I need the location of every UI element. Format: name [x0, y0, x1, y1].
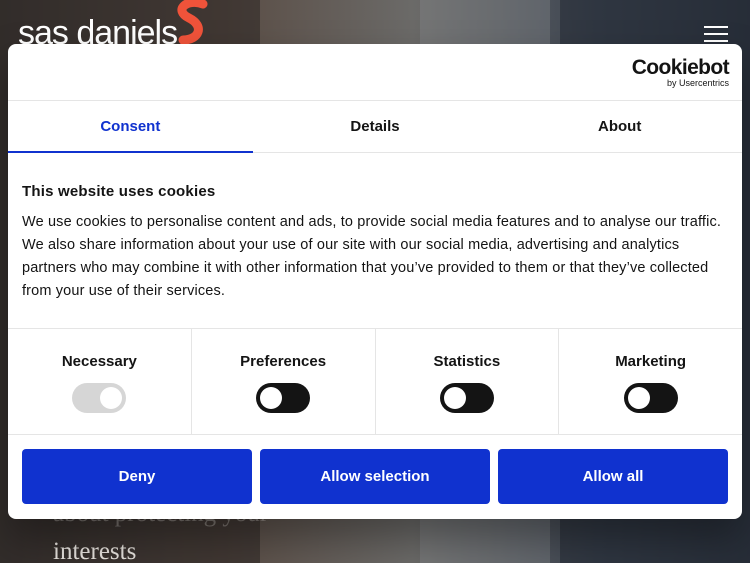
- cookie-consent-dialog: Cookiebot by Usercentrics Consent Detail…: [8, 44, 742, 519]
- category-preferences: Preferences: [192, 329, 376, 434]
- category-marketing: Marketing: [559, 329, 742, 434]
- tab-consent[interactable]: Consent: [8, 101, 253, 153]
- tab-details[interactable]: Details: [253, 101, 498, 152]
- necessary-toggle: [72, 383, 127, 413]
- dialog-header: Cookiebot by Usercentrics: [8, 44, 742, 101]
- consent-heading: This website uses cookies: [22, 183, 216, 200]
- dialog-tabs: Consent Details About: [8, 101, 742, 153]
- cookiebot-logo-text: Cookiebot: [631, 56, 730, 79]
- hero-line: interests: [53, 538, 137, 563]
- category-label: Statistics: [433, 353, 501, 370]
- consent-body: This website uses cookies We use cookies…: [8, 153, 742, 329]
- category-statistics: Statistics: [376, 329, 560, 434]
- cookiebot-byline: by Usercentrics: [666, 78, 729, 88]
- category-necessary: Necessary: [8, 329, 192, 434]
- category-label: Marketing: [615, 353, 687, 370]
- statistics-toggle[interactable]: [439, 383, 494, 413]
- category-label: Preferences: [240, 353, 327, 370]
- category-label: Necessary: [61, 353, 137, 370]
- logo-mark-icon: [177, 0, 208, 44]
- deny-button[interactable]: Deny: [22, 449, 252, 504]
- consent-buttons: Deny Allow selection Allow all: [8, 435, 742, 504]
- menu-icon[interactable]: [704, 26, 728, 42]
- cookiebot-logo[interactable]: Cookiebot by Usercentrics: [631, 56, 730, 88]
- allow-selection-button[interactable]: Allow selection: [260, 449, 490, 504]
- cookie-category-toggles: Necessary Preferences Statistics Marketi…: [8, 329, 742, 435]
- tab-about[interactable]: About: [497, 101, 742, 152]
- preferences-toggle[interactable]: [256, 383, 311, 413]
- consent-description: We use cookies to personalise content an…: [22, 214, 722, 299]
- marketing-toggle[interactable]: [623, 383, 678, 413]
- allow-all-button[interactable]: Allow all: [498, 449, 728, 504]
